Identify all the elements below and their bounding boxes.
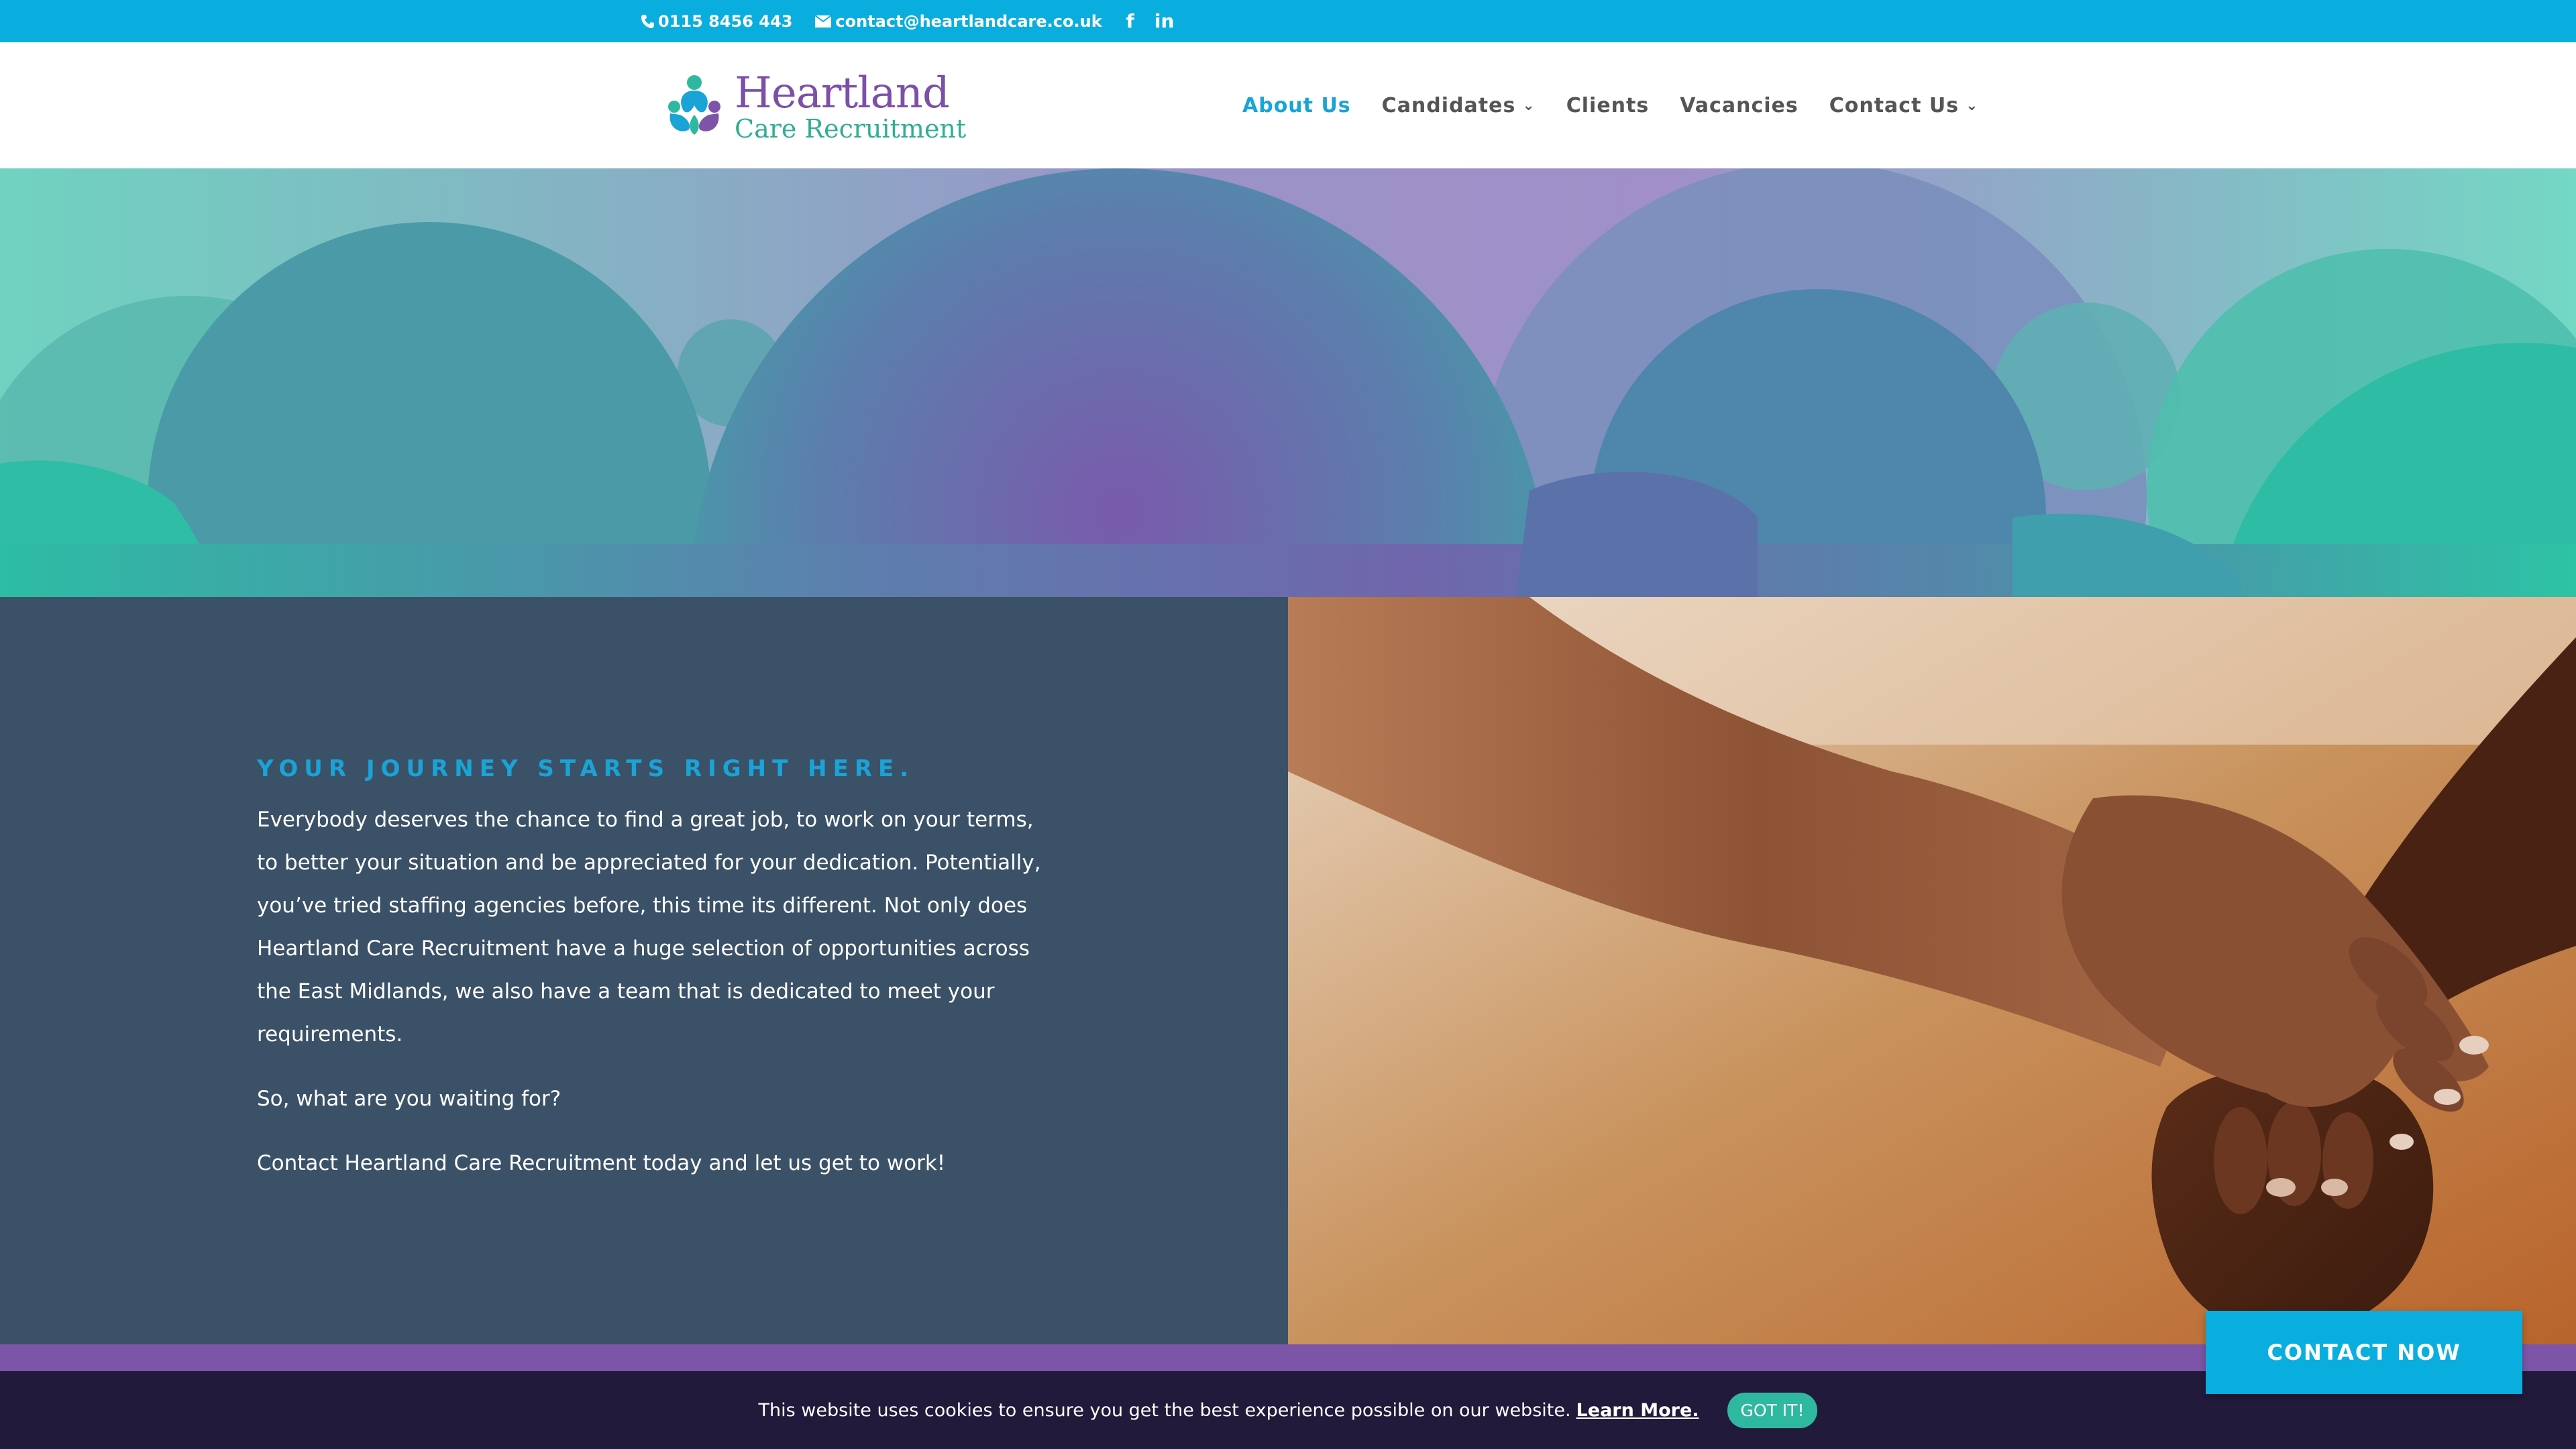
linkedin-icon[interactable]: in <box>1155 11 1175 31</box>
nav-item-clients[interactable]: Clients <box>1566 94 1649 117</box>
hero-clouds-graphic <box>0 168 2576 597</box>
nav-item-label: Candidates <box>1381 93 1516 117</box>
phone-icon <box>641 14 654 28</box>
about-text-block: YOUR JOURNEY STARTS RIGHT HERE. Everybod… <box>257 755 1049 1206</box>
about-paragraph: Contact Heartland Care Recruitment today… <box>257 1151 946 1175</box>
contact-now-button[interactable]: CONTACT NOW <box>2206 1311 2522 1394</box>
phone-number: 0115 8456 443 <box>658 11 793 31</box>
about-section: YOUR JOURNEY STARTS RIGHT HERE. Everybod… <box>0 597 1288 1344</box>
phone-link[interactable]: 0115 8456 443 <box>641 12 792 31</box>
got-it-button[interactable]: GOT IT! <box>1727 1392 1818 1428</box>
hero-banner <box>0 168 2576 597</box>
nav-item-label: Clients <box>1566 93 1650 117</box>
logo-subtitle: Care Recruitment <box>735 114 967 144</box>
nav-item-candidates[interactable]: Candidates ⌄ <box>1382 94 1536 117</box>
cookie-message: This website uses cookies to ensure you … <box>758 1399 1571 1421</box>
holding-hands-image <box>1288 597 2576 1344</box>
cookie-consent-bar: This website uses cookies to ensure you … <box>0 1371 2576 1449</box>
chevron-down-icon: ⌄ <box>1966 97 1979 114</box>
section-eyebrow: YOUR JOURNEY STARTS RIGHT HERE. <box>257 755 915 782</box>
social-links: f in <box>1126 11 1195 31</box>
nav-item-about-us[interactable]: About Us <box>1242 94 1351 117</box>
nav-item-label: About Us <box>1242 93 1351 117</box>
mail-icon <box>815 15 832 28</box>
top-bar: 0115 8456 443 contact@heartlandcare.co.u… <box>0 0 2576 42</box>
email-address: contact@heartlandcare.co.uk <box>835 11 1102 31</box>
chevron-down-icon: ⌄ <box>1522 97 1536 114</box>
email-link[interactable]: contact@heartlandcare.co.uk <box>815 12 1102 31</box>
site-logo[interactable]: Heartland Care Recruitment <box>661 72 966 142</box>
about-paragraph: Everybody deserves the chance to find a … <box>257 808 1041 1046</box>
nav-item-contact-us[interactable]: Contact Us ⌄ <box>1829 94 1979 117</box>
nav-item-vacancies[interactable]: Vacancies <box>1680 94 1798 117</box>
logo-name: Heartland <box>735 68 950 118</box>
holding-hands-photo <box>1288 597 2576 1344</box>
learn-more-link[interactable]: Learn More. <box>1576 1400 1699 1421</box>
site-header: Heartland Care Recruitment About Us Cand… <box>0 42 2576 168</box>
facebook-icon[interactable]: f <box>1126 11 1134 31</box>
about-paragraph: So, what are you waiting for? <box>257 1087 561 1111</box>
main-nav: About Us Candidates ⌄ Clients Vacancies … <box>1242 42 2010 168</box>
nav-item-label: Vacancies <box>1680 93 1799 117</box>
logo-mark-icon <box>668 75 720 135</box>
nav-item-label: Contact Us <box>1829 93 1960 117</box>
